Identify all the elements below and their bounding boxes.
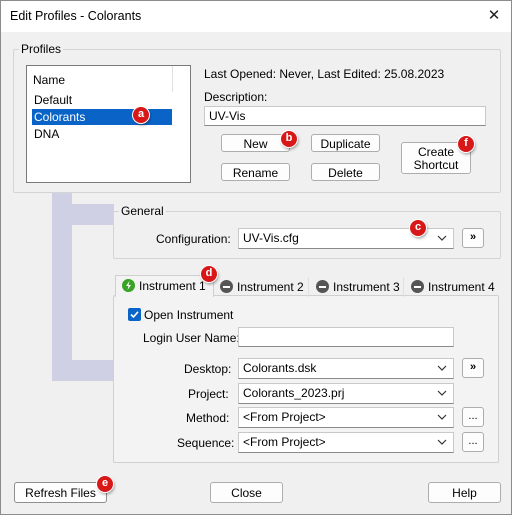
callout-badge-b: b xyxy=(281,131,297,147)
lightning-bolt-icon xyxy=(122,279,135,292)
desktop-value: Colorants.dsk xyxy=(243,361,317,375)
close-button[interactable]: Close xyxy=(210,482,283,503)
disabled-status-icon xyxy=(316,280,329,293)
help-button[interactable]: Help xyxy=(428,482,501,503)
open-instrument-label[interactable]: Open Instrument xyxy=(144,308,233,322)
desktop-label: Desktop: xyxy=(184,362,232,376)
callout-badge-d: d xyxy=(201,266,217,282)
method-label: Method: xyxy=(186,411,230,425)
sequence-label: Sequence: xyxy=(177,436,235,450)
configuration-more-button[interactable]: » xyxy=(462,228,484,248)
chevron-down-icon xyxy=(437,365,447,371)
checkmark-icon xyxy=(130,311,139,319)
login-user-name-field[interactable] xyxy=(238,327,454,347)
sequence-value: <From Project> xyxy=(243,435,326,449)
duplicate-profile-button[interactable]: Duplicate xyxy=(311,134,380,152)
configuration-value: UV-Vis.cfg xyxy=(243,231,299,245)
profiles-group-label: Profiles xyxy=(19,42,64,56)
project-value: Colorants_2023.prj xyxy=(243,386,345,400)
callout-badge-f: f xyxy=(458,136,474,152)
sequence-dropdown[interactable]: <From Project> xyxy=(238,432,454,453)
list-item-dna[interactable]: DNA xyxy=(32,126,172,142)
project-dropdown[interactable]: Colorants_2023.prj xyxy=(238,383,454,404)
description-field[interactable]: UV-Vis xyxy=(204,106,486,126)
desktop-more-button[interactable]: » xyxy=(462,358,484,378)
chevron-down-icon xyxy=(437,235,447,241)
method-dropdown[interactable]: <From Project> xyxy=(238,407,454,428)
list-item-default[interactable]: Default xyxy=(32,92,172,108)
profiles-list[interactable]: Name Default Colorants DNA xyxy=(26,65,191,183)
desktop-dropdown[interactable]: Colorants.dsk xyxy=(238,358,454,379)
list-item-colorants[interactable]: Colorants xyxy=(32,109,172,125)
refresh-files-button[interactable]: Refresh Files xyxy=(14,482,107,503)
tab-instrument-4[interactable]: Instrument 4 xyxy=(405,277,499,297)
project-label: Project: xyxy=(188,387,229,401)
decorative-bracket-bottom xyxy=(52,360,114,381)
new-profile-button[interactable]: New xyxy=(221,134,290,152)
tab-instrument-4-label: Instrument 4 xyxy=(428,280,495,294)
general-group-label: General xyxy=(119,204,166,218)
title-bar: Edit Profiles - Colorants ✕ xyxy=(1,1,511,32)
tab-instrument-2[interactable]: Instrument 2 xyxy=(214,277,309,297)
callout-badge-c: c xyxy=(410,220,426,236)
tab-instrument-1-label: Instrument 1 xyxy=(139,279,206,293)
tab-instrument-3-label: Instrument 3 xyxy=(333,280,400,294)
close-icon[interactable]: ✕ xyxy=(481,4,507,28)
disabled-status-icon xyxy=(411,280,424,293)
window-title: Edit Profiles - Colorants xyxy=(10,9,142,23)
configuration-label: Configuration: xyxy=(156,232,231,246)
login-user-name-label: Login User Name: xyxy=(143,331,240,345)
rename-profile-button[interactable]: Rename xyxy=(221,163,290,181)
description-label: Description: xyxy=(204,90,268,104)
tab-instrument-2-label: Instrument 2 xyxy=(237,280,304,294)
tab-instrument-1[interactable]: Instrument 1 xyxy=(115,275,214,297)
chevron-down-icon xyxy=(437,414,447,420)
last-opened-info: Last Opened: Never, Last Edited: 25.08.2… xyxy=(204,67,445,81)
delete-profile-button[interactable]: Delete xyxy=(311,163,380,181)
edit-profiles-dialog: Edit Profiles - Colorants ✕ Profiles Nam… xyxy=(0,0,512,515)
create-shortcut-label-line2: Shortcut xyxy=(413,158,459,172)
sequence-browse-button[interactable]: ... xyxy=(462,432,484,452)
callout-badge-a: a xyxy=(133,107,149,123)
list-header-name: Name xyxy=(33,73,66,87)
decorative-bracket-top xyxy=(52,204,114,225)
callout-badge-e: e xyxy=(97,476,113,492)
method-browse-button[interactable]: ... xyxy=(462,407,484,427)
chevron-down-icon xyxy=(437,390,447,396)
tab-instrument-3[interactable]: Instrument 3 xyxy=(310,277,404,297)
disabled-status-icon xyxy=(220,280,233,293)
method-value: <From Project> xyxy=(243,410,326,424)
chevron-down-icon xyxy=(437,439,447,445)
open-instrument-checkbox[interactable] xyxy=(128,308,141,321)
profiles-list-header[interactable]: Name xyxy=(27,66,173,92)
